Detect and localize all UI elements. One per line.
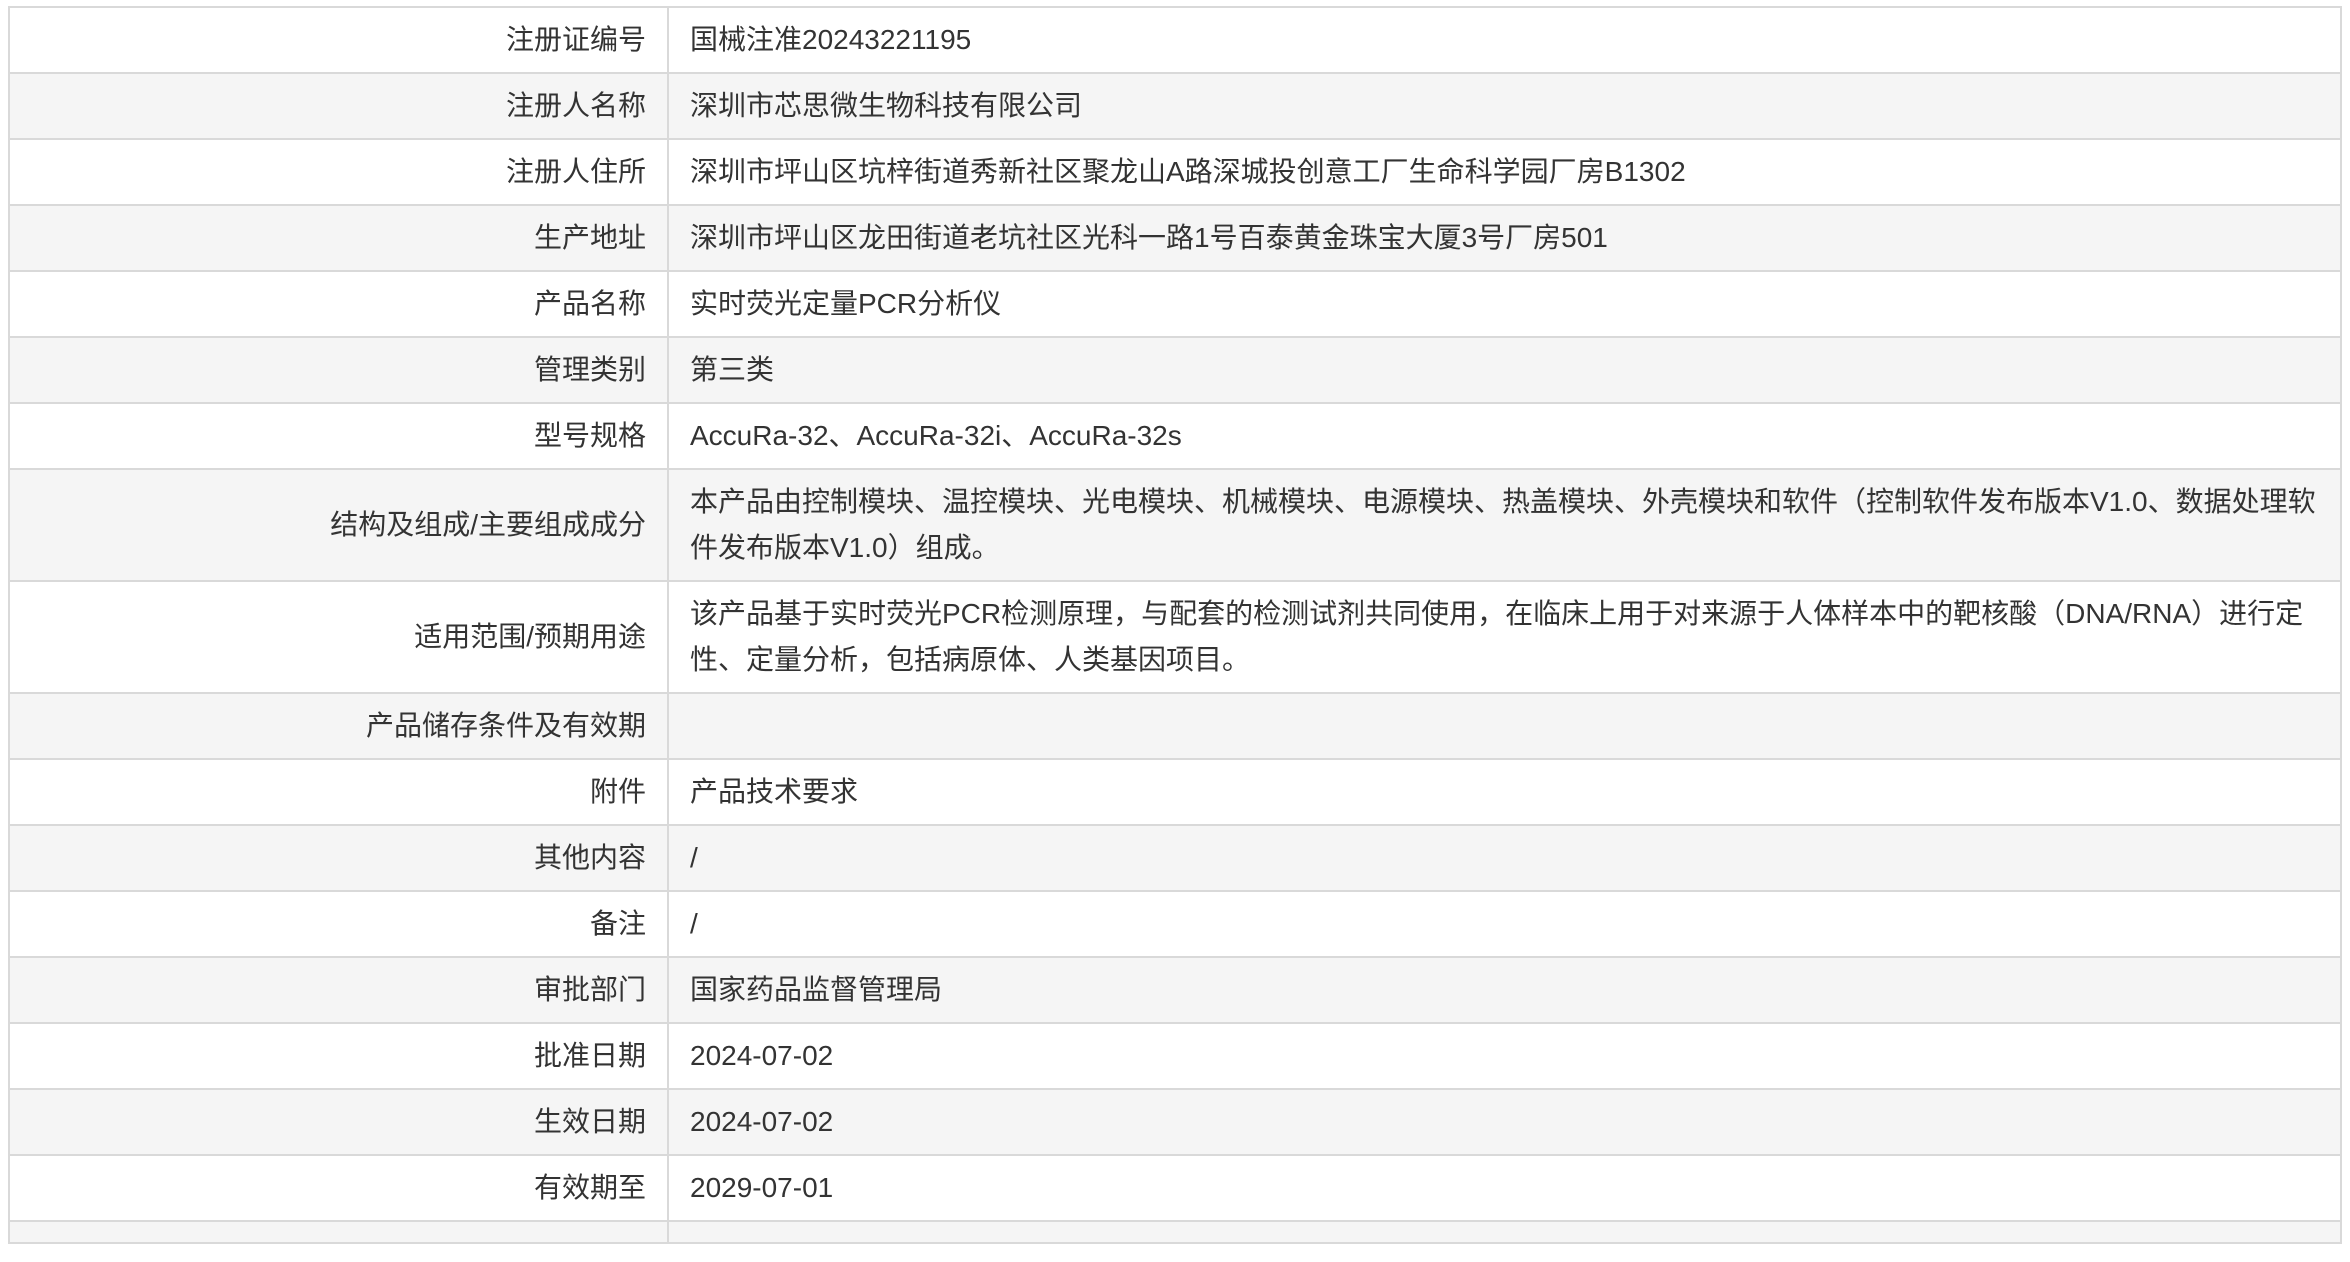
row-production-address: 生产地址 深圳市坪山区龙田街道老坑社区光科一路1号百泰黄金珠宝大厦3号厂房501: [8, 204, 2342, 272]
field-value: 深圳市坪山区龙田街道老坑社区光科一路1号百泰黄金珠宝大厦3号厂房501: [667, 204, 2342, 272]
field-value: 实时荧光定量PCR分析仪: [667, 270, 2342, 338]
field-label: 产品名称: [8, 270, 669, 338]
row-storage-conditions: 产品储存条件及有效期: [8, 692, 2342, 760]
field-value: 深圳市坪山区坑梓街道秀新社区聚龙山A路深城投创意工厂生命科学园厂房B1302: [667, 138, 2342, 206]
field-value: 深圳市芯思微生物科技有限公司: [667, 72, 2342, 140]
row-structure-composition: 结构及组成/主要组成成分 本产品由控制模块、温控模块、光电模块、机械模块、电源模…: [8, 468, 2342, 582]
field-value: AccuRa-32、AccuRa-32i、AccuRa-32s: [667, 402, 2342, 470]
row-effective-date: 生效日期 2024-07-02: [8, 1088, 2342, 1156]
row-remarks: 备注 /: [8, 890, 2342, 958]
field-label: 注册人名称: [8, 72, 669, 140]
field-value: 第三类: [667, 336, 2342, 404]
row-approval-date: 批准日期 2024-07-02: [8, 1022, 2342, 1090]
field-value: 2024-07-02: [667, 1022, 2342, 1090]
field-label: 型号规格: [8, 402, 669, 470]
field-value: 产品技术要求: [667, 758, 2342, 826]
field-value: /: [667, 890, 2342, 958]
field-value: 2024-07-02: [667, 1088, 2342, 1156]
field-label: 备注: [8, 890, 669, 958]
field-label: 适用范围/预期用途: [8, 580, 669, 694]
field-label: 注册证编号: [8, 6, 669, 74]
row-other-content: 其他内容 /: [8, 824, 2342, 892]
field-value: [667, 1220, 2342, 1244]
row-product-name: 产品名称 实时荧光定量PCR分析仪: [8, 270, 2342, 338]
registration-detail: 注册证编号 国械注准20243221195 注册人名称 深圳市芯思微生物科技有限…: [8, 6, 2342, 1244]
registration-detail-table: 注册证编号 国械注准20243221195 注册人名称 深圳市芯思微生物科技有限…: [8, 6, 2342, 1244]
row-registrant-address: 注册人住所 深圳市坪山区坑梓街道秀新社区聚龙山A路深城投创意工厂生命科学园厂房B…: [8, 138, 2342, 206]
field-label: 其他内容: [8, 824, 669, 892]
field-value: 国械注准20243221195: [667, 6, 2342, 74]
field-label: 批准日期: [8, 1022, 669, 1090]
field-label: 注册人住所: [8, 138, 669, 206]
field-value: 该产品基于实时荧光PCR检测原理，与配套的检测试剂共同使用，在临床上用于对来源于…: [667, 580, 2342, 694]
row-attachment: 附件 产品技术要求: [8, 758, 2342, 826]
row-management-class: 管理类别 第三类: [8, 336, 2342, 404]
row-registration-number: 注册证编号 国械注准20243221195: [8, 6, 2342, 74]
field-label: 结构及组成/主要组成成分: [8, 468, 669, 582]
row-intended-use: 适用范围/预期用途 该产品基于实时荧光PCR检测原理，与配套的检测试剂共同使用，…: [8, 580, 2342, 694]
field-label: 生效日期: [8, 1088, 669, 1156]
field-value: [667, 692, 2342, 760]
field-label: 附件: [8, 758, 669, 826]
field-value: /: [667, 824, 2342, 892]
row-model-spec: 型号规格 AccuRa-32、AccuRa-32i、AccuRa-32s: [8, 402, 2342, 470]
field-label: 有效期至: [8, 1154, 669, 1222]
field-label: 审批部门: [8, 956, 669, 1024]
field-label: 产品储存条件及有效期: [8, 692, 669, 760]
field-value: 国家药品监督管理局: [667, 956, 2342, 1024]
row-registrant-name: 注册人名称 深圳市芯思微生物科技有限公司: [8, 72, 2342, 140]
field-value: 本产品由控制模块、温控模块、光电模块、机械模块、电源模块、热盖模块、外壳模块和软…: [667, 468, 2342, 582]
field-value: 2029-07-01: [667, 1154, 2342, 1222]
field-label: 生产地址: [8, 204, 669, 272]
field-label: 管理类别: [8, 336, 669, 404]
row-cut-off: [8, 1220, 2342, 1244]
row-valid-until: 有效期至 2029-07-01: [8, 1154, 2342, 1222]
field-label: [8, 1220, 669, 1244]
row-approval-department: 审批部门 国家药品监督管理局: [8, 956, 2342, 1024]
